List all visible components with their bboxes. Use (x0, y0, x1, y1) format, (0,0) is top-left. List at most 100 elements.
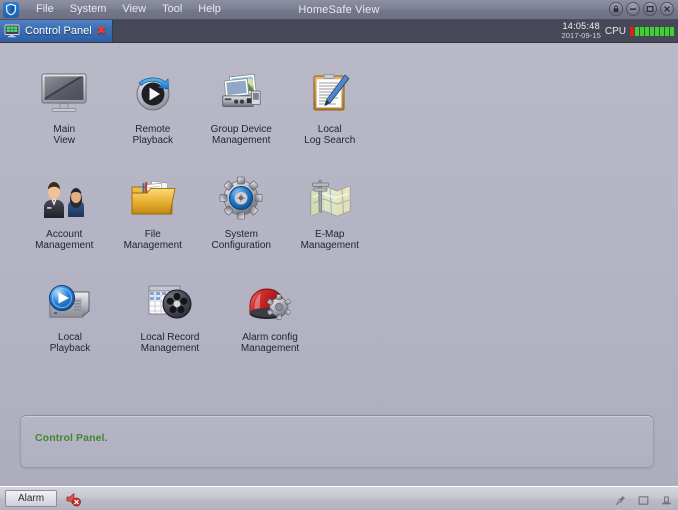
local-playback-icon (44, 275, 96, 327)
panel-item-label: E-Map Management (301, 229, 359, 251)
menubar: File System View Tool Help (28, 1, 229, 18)
statusbar-right-icons (615, 487, 672, 510)
cpu-meter-segment (665, 27, 669, 36)
users-icon-glyph (39, 175, 89, 221)
shield-icon (3, 2, 19, 18)
panel-item-label: Local Playback (50, 332, 91, 354)
control-panel-row: Main View (22, 61, 362, 150)
minimize-button[interactable] (626, 2, 640, 16)
alarm-config-icon (244, 275, 296, 327)
monitor-icon (38, 67, 90, 119)
tab-label: Control Panel (25, 25, 92, 37)
tab-close-icon[interactable]: ✖ (97, 26, 106, 36)
gear-icon-glyph (216, 175, 266, 221)
panel-item-remote-playback[interactable]: Remote Playback (121, 61, 186, 150)
folder-icon (127, 172, 179, 224)
close-button[interactable] (660, 2, 674, 16)
panel-item-label: Account Management (35, 229, 93, 251)
app-logo (2, 1, 20, 19)
control-panel-grid: Main View (22, 61, 362, 358)
cpu-meter-segment (630, 27, 634, 36)
cpu-meter-segment (640, 27, 644, 36)
panel-item-label: Main View (53, 124, 75, 146)
control-panel-content: Main View (0, 43, 678, 486)
panel-item-label: Local Log Search (304, 124, 355, 146)
application-window: File System View Tool Help HomeSafe View (0, 0, 678, 510)
cpu-meter-segment (650, 27, 654, 36)
group-device-icon (215, 67, 267, 119)
tab-strip: Control Panel ✖ 14:05:48 2017-09-15 CPU (0, 20, 678, 43)
cpu-meter-segment (645, 27, 649, 36)
log-message: Control Panel. (35, 432, 653, 444)
tab-control-panel[interactable]: Control Panel ✖ (0, 20, 113, 42)
record-management-icon (144, 275, 196, 327)
menu-item-help[interactable]: Help (190, 1, 229, 18)
remote-playback-icon-glyph (128, 70, 178, 116)
control-panel-icon-glyph (4, 24, 20, 38)
map-icon-glyph (304, 175, 356, 221)
users-icon (38, 172, 90, 224)
local-playback-icon-glyph (44, 278, 96, 324)
cpu-label: CPU (605, 26, 626, 37)
cpu-meter-segment (660, 27, 664, 36)
log-search-icon-glyph (305, 70, 355, 116)
shield-icon-glyph (5, 3, 17, 16)
log-search-icon (304, 67, 356, 119)
remote-playback-icon (127, 67, 179, 119)
speaker-mute-icon[interactable] (65, 491, 81, 507)
panel-item-label: Alarm config Management (241, 332, 299, 354)
panel-item-alarm-config-management[interactable]: Alarm config Management (232, 269, 308, 358)
panel-item-group-device-management[interactable]: Group Device Management (209, 61, 274, 150)
log-panel: Control Panel. (20, 415, 654, 468)
panel-item-account-management[interactable]: Account Management (32, 166, 97, 255)
cpu-meter (630, 27, 674, 36)
statusbar: Alarm (0, 486, 678, 510)
menu-item-file[interactable]: File (28, 1, 62, 18)
panel-item-label: Group Device Management (211, 124, 272, 146)
folder-icon-glyph (127, 175, 179, 221)
control-panel-row: Local Playback (22, 269, 362, 358)
square-icon (645, 4, 655, 14)
minus-icon (628, 4, 638, 14)
panel-item-label: System Configuration (212, 229, 271, 251)
menu-item-tool[interactable]: Tool (154, 1, 190, 18)
cpu-meter-segment (635, 27, 639, 36)
clock-date: 2017-09-15 (562, 31, 601, 40)
dock-icon[interactable] (661, 493, 672, 504)
clock: 14:05:48 2017-09-15 (562, 22, 601, 40)
panel-item-label: Remote Playback (132, 124, 173, 146)
clock-cpu-area: 14:05:48 2017-09-15 CPU (562, 20, 675, 42)
cpu-meter-segment (670, 27, 674, 36)
record-management-icon-glyph (144, 278, 196, 324)
panel-item-label: File Management (124, 229, 182, 251)
x-icon (662, 4, 672, 14)
menu-item-system[interactable]: System (62, 1, 115, 18)
panel-item-label: Local Record Management (141, 332, 200, 354)
panel-item-main-view[interactable]: Main View (32, 61, 97, 150)
pin-icon-glyph (615, 495, 626, 506)
gear-icon (215, 172, 267, 224)
monitor-icon-glyph (39, 70, 89, 116)
panel-item-local-record-management[interactable]: Local Record Management (132, 269, 208, 358)
alarm-tab[interactable]: Alarm (5, 490, 57, 507)
panel-item-local-playback[interactable]: Local Playback (32, 269, 108, 358)
panel-item-system-configuration[interactable]: System Configuration (209, 166, 274, 255)
cpu-meter-segment (655, 27, 659, 36)
window-controls (609, 2, 674, 16)
control-panel-icon (4, 24, 20, 38)
menu-item-view[interactable]: View (114, 1, 154, 18)
window-restore-icon-glyph (638, 495, 649, 506)
map-icon (304, 172, 356, 224)
lock-button[interactable] (609, 2, 623, 16)
maximize-button[interactable] (643, 2, 657, 16)
alarm-config-icon-glyph (244, 278, 296, 324)
panel-item-file-management[interactable]: File Management (121, 166, 186, 255)
panel-item-local-log-search[interactable]: Local Log Search (298, 61, 363, 150)
pin-icon[interactable] (615, 493, 626, 504)
panel-item-emap-management[interactable]: E-Map Management (298, 166, 363, 255)
titlebar: File System View Tool Help HomeSafe View (0, 0, 678, 20)
control-panel-row: Account Management (22, 166, 362, 255)
group-device-icon-glyph (215, 70, 267, 116)
window-restore-icon[interactable] (638, 493, 649, 504)
speaker-mute-icon-glyph (65, 491, 81, 507)
